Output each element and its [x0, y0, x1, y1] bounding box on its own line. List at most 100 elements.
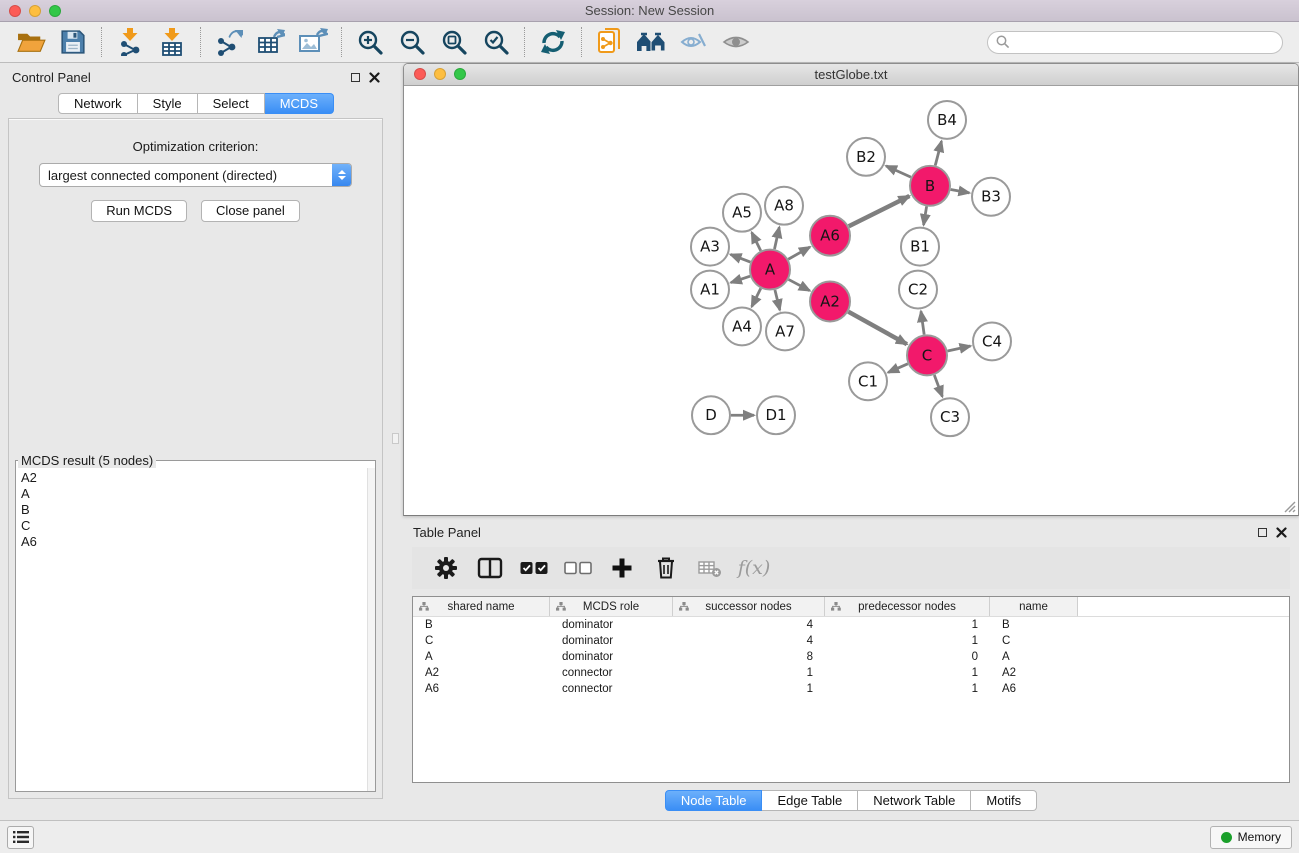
result-item[interactable]: C	[21, 518, 375, 534]
edge-A6-B[interactable]	[849, 196, 910, 226]
result-item[interactable]: A2	[21, 470, 375, 486]
add-column-icon[interactable]	[600, 550, 644, 586]
table-cell[interactable]: 1	[825, 619, 990, 631]
minimize-window-button[interactable]	[29, 5, 41, 17]
edge-B-B2[interactable]	[886, 166, 911, 177]
edge-C-C4[interactable]	[948, 346, 971, 351]
close-panel-icon[interactable]	[369, 72, 380, 83]
network-close-button[interactable]	[414, 68, 426, 80]
table-cell[interactable]: A	[990, 651, 1078, 663]
network-window-titlebar[interactable]: testGlobe.txt	[404, 64, 1298, 86]
edge-B-B4[interactable]	[935, 141, 941, 165]
close-window-button[interactable]	[9, 5, 21, 17]
float-table-panel-icon[interactable]	[1258, 528, 1267, 537]
first-neighbors-icon[interactable]	[631, 25, 673, 59]
table-cell[interactable]: connector	[550, 683, 673, 695]
tab-network[interactable]: Network	[58, 93, 138, 114]
table-row[interactable]: A6connector11A6	[413, 681, 1289, 697]
open-file-icon[interactable]	[10, 25, 52, 59]
select-all-icon[interactable]	[512, 550, 556, 586]
tab-select[interactable]: Select	[198, 93, 265, 114]
edge-A-A6[interactable]	[788, 247, 810, 259]
hide-selected-icon[interactable]	[673, 25, 715, 59]
table-cell[interactable]: 4	[673, 619, 825, 631]
network-graph[interactable]: AA1A2A3A4A5A6A7A8BB1B2B3B4CC1C2C3C4DD1	[404, 86, 1298, 515]
table-cell[interactable]: 1	[673, 667, 825, 679]
table-cell[interactable]: C	[413, 635, 550, 647]
table-cell[interactable]: A6	[413, 683, 550, 695]
node-table[interactable]: shared nameMCDS rolesuccessor nodesprede…	[412, 596, 1290, 783]
edge-A2-C[interactable]	[848, 312, 907, 345]
save-session-icon[interactable]	[52, 25, 94, 59]
maximize-window-button[interactable]	[49, 5, 61, 17]
tab-style[interactable]: Style	[138, 93, 198, 114]
table-cell[interactable]: B	[413, 619, 550, 631]
settings-gear-icon[interactable]	[424, 550, 468, 586]
table-cell[interactable]: 4	[673, 635, 825, 647]
column-header-MCDS-role[interactable]: MCDS role	[550, 597, 673, 616]
optimization-criterion-select[interactable]: largest connected component (directed)	[39, 163, 352, 187]
show-all-icon[interactable]	[715, 25, 757, 59]
export-image-icon[interactable]	[292, 25, 334, 59]
export-table-icon[interactable]	[250, 25, 292, 59]
edge-A-A2[interactable]	[789, 279, 810, 290]
result-scrollbar[interactable]	[367, 468, 375, 791]
edge-A-A4[interactable]	[752, 288, 761, 306]
table-cell[interactable]: A2	[990, 667, 1078, 679]
edge-B-B1[interactable]	[924, 206, 927, 225]
import-network-icon[interactable]	[109, 25, 151, 59]
edge-B-B3[interactable]	[951, 189, 970, 192]
table-cell[interactable]: dominator	[550, 619, 673, 631]
table-row[interactable]: A2connector11A2	[413, 665, 1289, 681]
tab-motifs[interactable]: Motifs	[971, 790, 1037, 811]
zoom-fit-icon[interactable]	[433, 25, 475, 59]
table-cell[interactable]: 1	[825, 667, 990, 679]
table-cell[interactable]: A6	[990, 683, 1078, 695]
delete-column-icon[interactable]	[644, 550, 688, 586]
table-cell[interactable]: dominator	[550, 635, 673, 647]
close-table-panel-icon[interactable]	[1276, 527, 1287, 538]
mcds-result-list[interactable]: A2ABCA6	[16, 468, 375, 791]
result-item[interactable]: A6	[21, 534, 375, 550]
run-mcds-button[interactable]: Run MCDS	[91, 200, 187, 222]
close-panel-button[interactable]: Close panel	[201, 200, 300, 222]
zoom-selected-icon[interactable]	[475, 25, 517, 59]
new-network-from-selection-icon[interactable]	[589, 25, 631, 59]
table-cell[interactable]: 0	[825, 651, 990, 663]
import-table-icon[interactable]	[151, 25, 193, 59]
edge-A-A8[interactable]	[774, 227, 779, 249]
table-cell[interactable]: connector	[550, 667, 673, 679]
search-input[interactable]	[1015, 35, 1274, 49]
edge-C-C2[interactable]	[921, 311, 924, 334]
edge-A-A5[interactable]	[752, 232, 761, 250]
edge-A-A3[interactable]	[731, 254, 751, 262]
split-divider-handle[interactable]	[392, 433, 399, 444]
table-body[interactable]: Bdominator41BCdominator41CAdominator80AA…	[413, 617, 1289, 697]
memory-button[interactable]: Memory	[1210, 826, 1292, 849]
table-cell[interactable]: B	[990, 619, 1078, 631]
search-box[interactable]	[987, 31, 1283, 54]
edge-C-C1[interactable]	[888, 364, 908, 373]
table-cell[interactable]: dominator	[550, 651, 673, 663]
network-maximize-button[interactable]	[454, 68, 466, 80]
edge-C-C3[interactable]	[934, 375, 942, 397]
refresh-icon[interactable]	[532, 25, 574, 59]
show-panels-button[interactable]	[7, 826, 34, 849]
table-cell[interactable]: 1	[673, 683, 825, 695]
column-header-successor-nodes[interactable]: successor nodes	[673, 597, 825, 616]
result-item[interactable]: A	[21, 486, 375, 502]
table-cell[interactable]: 8	[673, 651, 825, 663]
edge-A-A7[interactable]	[775, 290, 780, 310]
column-header-shared-name[interactable]: shared name	[413, 597, 550, 616]
tab-edge-table[interactable]: Edge Table	[762, 790, 858, 811]
column-header-predecessor-nodes[interactable]: predecessor nodes	[825, 597, 990, 616]
edge-A-A1[interactable]	[731, 276, 750, 282]
column-header-name[interactable]: name	[990, 597, 1078, 616]
tab-network-table[interactable]: Network Table	[858, 790, 971, 811]
table-cell[interactable]: 1	[825, 635, 990, 647]
export-network-icon[interactable]	[208, 25, 250, 59]
table-row[interactable]: Bdominator41B	[413, 617, 1289, 633]
resize-grip-icon[interactable]	[1282, 499, 1296, 513]
table-cell[interactable]: A	[413, 651, 550, 663]
float-panel-icon[interactable]	[351, 73, 360, 82]
